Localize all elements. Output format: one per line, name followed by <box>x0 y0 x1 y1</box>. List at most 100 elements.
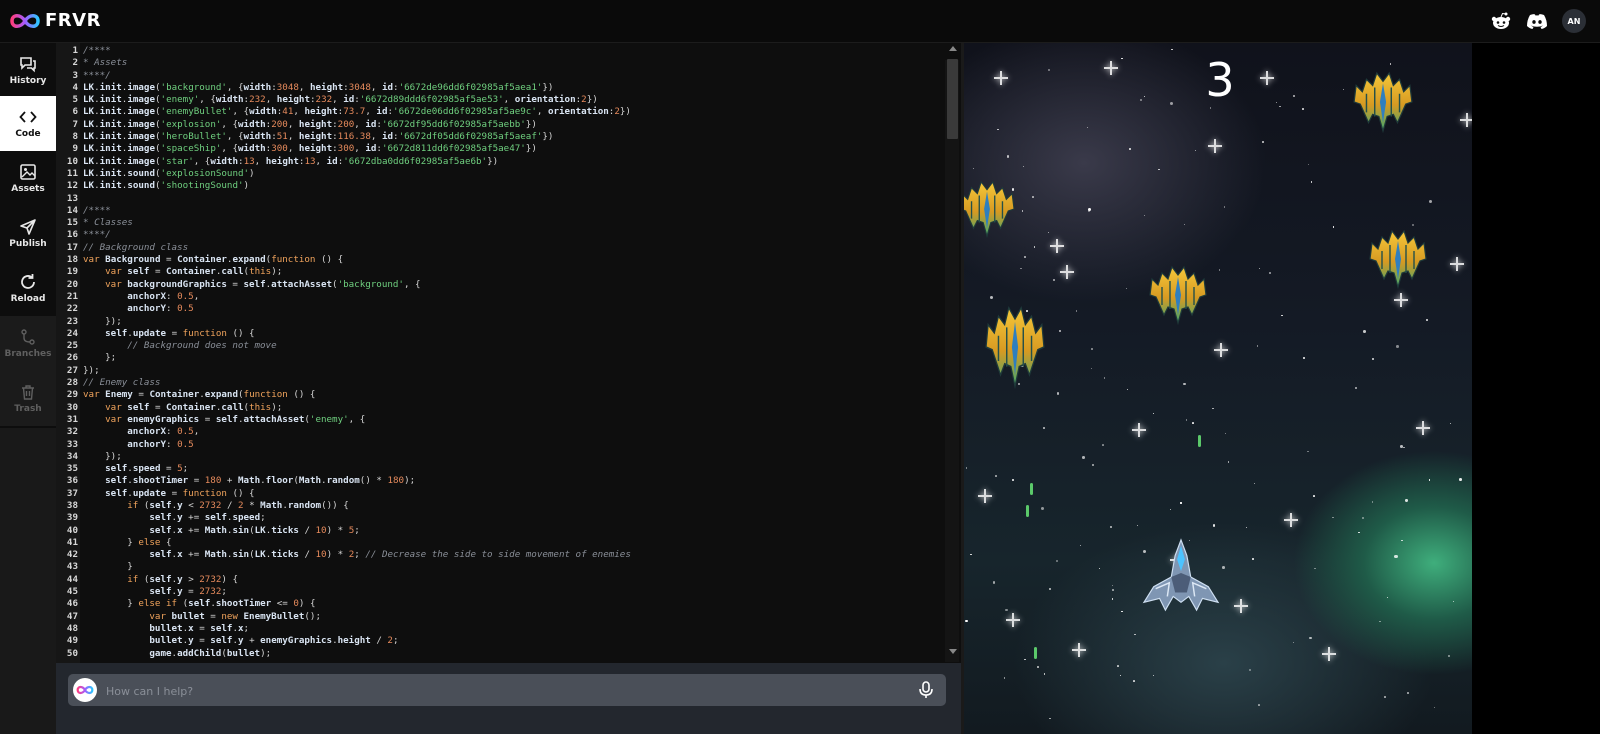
sparkle-star <box>1060 265 1074 279</box>
star <box>1180 502 1182 504</box>
code-line[interactable]: 10 LK.init.image('star', {width:13, heigh… <box>56 156 631 168</box>
discord-icon[interactable] <box>1526 10 1548 32</box>
sparkle-star <box>1450 257 1464 271</box>
enemy-ship <box>1353 72 1413 132</box>
sidebar-item-label: Reload <box>10 294 46 304</box>
star <box>965 467 968 469</box>
code-editor[interactable]: 1 /**** 2 * Assets 3 ****/ 4 LK.init.image('bac… <box>56 43 961 663</box>
code-line[interactable]: 45 self.y = 2732; <box>56 586 631 598</box>
code-line[interactable]: 34 }); <box>56 451 631 463</box>
code-line[interactable]: 31 var enemyGraphics = self.attachAsset(… <box>56 414 631 426</box>
code-line[interactable]: 21 anchorX: 0.5, <box>56 291 631 303</box>
star <box>1429 199 1433 203</box>
code-line[interactable]: 29 var Enemy = Container.expand(function … <box>56 389 631 401</box>
code-line[interactable]: 14 /**** <box>56 205 631 217</box>
sidebar-item-label: Publish <box>9 239 47 249</box>
scroll-down-arrow-icon[interactable] <box>949 649 957 654</box>
star <box>1458 478 1462 481</box>
code-line[interactable]: 17 // Background class <box>56 242 631 254</box>
sidebar-item-publish[interactable]: Publish <box>0 206 56 261</box>
code-line[interactable]: 3 ****/ <box>56 70 631 82</box>
code-line[interactable]: 25 // Background does not move <box>56 340 631 352</box>
star <box>1227 460 1230 463</box>
code-line[interactable]: 16 ****/ <box>56 229 631 241</box>
code-line[interactable]: 22 anchorY: 0.5 <box>56 303 631 315</box>
code-line[interactable]: 48 bullet.x = self.x; <box>56 623 631 635</box>
code-line[interactable]: 38 if (self.y < 2732 / 2 * Math.random()… <box>56 500 631 512</box>
editor-scrollbar-thumb[interactable] <box>947 59 958 139</box>
code-text: var bullet = new EnemyBullet(); <box>149 610 321 622</box>
sparkle-star <box>1322 647 1336 661</box>
trash-icon <box>22 385 34 400</box>
scroll-up-arrow-icon[interactable] <box>949 46 957 51</box>
user-avatar[interactable]: AN <box>1562 9 1586 33</box>
code-line[interactable]: 5 LK.init.image('enemy', {width:232, heig… <box>56 94 631 106</box>
reddit-icon[interactable] <box>1490 10 1512 32</box>
line-number: 48 <box>66 622 78 634</box>
code-line[interactable]: 11 LK.init.sound('explosionSound') <box>56 168 631 180</box>
code-line[interactable]: 39 self.y += self.speed; <box>56 512 631 524</box>
star <box>1279 105 1281 108</box>
code-line[interactable]: 41 } else { <box>56 537 631 549</box>
code-line[interactable]: 49 bullet.y = self.y + enemyGraphics.hei… <box>56 635 631 647</box>
code-line[interactable]: 43 } <box>56 561 631 573</box>
code-line[interactable]: 12 LK.init.sound('shootingSound') <box>56 180 631 192</box>
code-line[interactable]: 32 anchorX: 0.5, <box>56 426 631 438</box>
sidebar-item-assets[interactable]: Assets <box>0 151 56 206</box>
code-line[interactable]: 36 self.shootTimer = 180 + Math.floor(Ma… <box>56 475 631 487</box>
code-text: if (self.y > 2732) { <box>127 573 239 585</box>
sidebar-item-trash: Trash <box>0 371 56 426</box>
game-preview[interactable]: 3 <box>964 43 1472 734</box>
editor-scrollbar-track[interactable] <box>945 60 959 662</box>
line-number: 33 <box>66 438 78 450</box>
star <box>1412 224 1415 227</box>
code-line[interactable]: 44 if (self.y > 2732) { <box>56 574 631 586</box>
star <box>1158 168 1160 170</box>
code-line[interactable]: 23 }); <box>56 316 631 328</box>
code-line[interactable]: 26 }; <box>56 352 631 364</box>
line-number: 4 <box>72 81 78 93</box>
code-line[interactable]: 50 game.addChild(bullet); <box>56 648 631 660</box>
code-line[interactable]: 20 var backgroundGraphics = self.attachA… <box>56 279 631 291</box>
code-text: LK.init.image('enemy', {width:232, heigh… <box>83 94 598 106</box>
prompt-input[interactable] <box>104 680 908 702</box>
star <box>1140 98 1143 102</box>
code-line[interactable]: 18 var Background = Container.expand(func… <box>56 254 631 266</box>
line-number: 14 <box>66 204 78 216</box>
enemy-ship <box>1369 230 1427 288</box>
star <box>1358 531 1360 533</box>
microphone-icon[interactable] <box>916 680 936 700</box>
code-line[interactable]: 7 LK.init.image('explosion', {width:200, … <box>56 119 631 131</box>
frvr-logo[interactable]: FRVR <box>9 10 101 31</box>
code-line[interactable]: 8 LK.init.image('heroBullet', {width:51, … <box>56 131 631 143</box>
code-line[interactable]: 37 self.update = function () { <box>56 488 631 500</box>
code-line[interactable]: 15 * Classes <box>56 217 631 229</box>
code-line[interactable]: 9 LK.init.image('spaceShip', {width:300, … <box>56 143 631 155</box>
star <box>1212 524 1216 527</box>
sparkle-star <box>1050 239 1064 253</box>
line-number: 31 <box>66 413 78 425</box>
code-line[interactable]: 47 var bullet = new EnemyBullet(); <box>56 611 631 623</box>
code-line[interactable]: 46 } else if (self.shootTimer <= 0) { <box>56 598 631 610</box>
code-text: * Classes <box>83 217 133 229</box>
code-line[interactable]: 24 self.update = function () { <box>56 328 631 340</box>
code-line[interactable]: 4 LK.init.image('background', {width:3048… <box>56 82 631 94</box>
code-line[interactable]: 1 /**** <box>56 45 631 57</box>
code-line[interactable]: 30 var self = Container.call(this); <box>56 402 631 414</box>
code-line[interactable]: 19 var self = Container.call(this); <box>56 266 631 278</box>
code-line[interactable]: 42 self.x += Math.sin(LK.ticks / 10) * 2… <box>56 549 631 561</box>
code-line[interactable]: 27}); <box>56 365 631 377</box>
code-line[interactable]: 28 // Enemy class <box>56 377 631 389</box>
code-line[interactable]: 35 self.speed = 5; <box>56 463 631 475</box>
sidebar-item-history[interactable]: History <box>0 43 56 98</box>
code-line[interactable]: 2 * Assets <box>56 57 631 69</box>
code-line[interactable]: 13 <box>56 193 631 205</box>
sidebar-item-code[interactable]: Code <box>0 96 56 151</box>
history-icon <box>20 57 36 73</box>
code-text: self.update = function () { <box>105 487 255 499</box>
sidebar-item-reload[interactable]: Reload <box>0 261 56 316</box>
code-line[interactable]: 33 anchorY: 0.5 <box>56 439 631 451</box>
code-content[interactable]: 1 /**** 2 * Assets 3 ****/ 4 LK.init.image('bac… <box>56 45 631 660</box>
code-line[interactable]: 6 LK.init.image('enemyBullet', {width:41,… <box>56 106 631 118</box>
code-line[interactable]: 40 self.x += Math.sin(LK.ticks / 10) * 5… <box>56 525 631 537</box>
